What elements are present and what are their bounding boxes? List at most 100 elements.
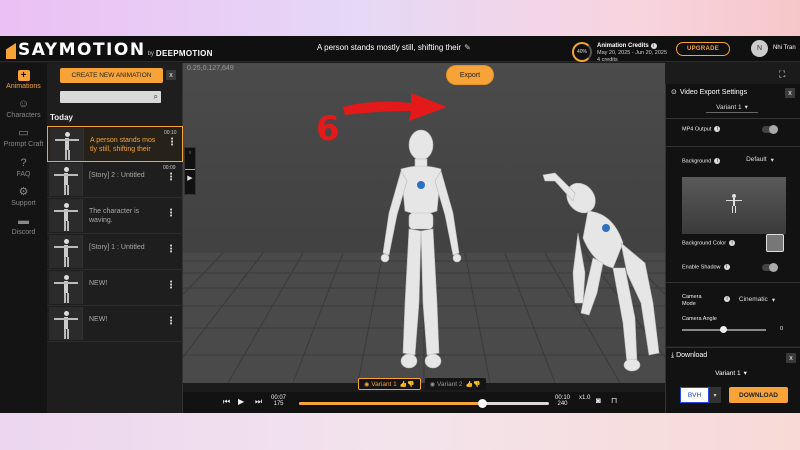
more-menu-icon[interactable]: ⋮ bbox=[166, 173, 176, 183]
nav-label: Prompt Craft bbox=[3, 141, 44, 148]
divider bbox=[666, 118, 800, 119]
info-icon: i bbox=[729, 240, 736, 246]
project-title-text: A person stands mostly still, shifting t… bbox=[317, 43, 462, 52]
list-item[interactable]: [Story] 1 : Untitled ⋮ bbox=[47, 234, 183, 270]
question-icon: ? bbox=[20, 157, 27, 169]
timeline-scrubber[interactable] bbox=[299, 399, 549, 408]
animation-title: NEW! bbox=[89, 316, 108, 323]
side-tab-toggle[interactable]: ≡ ▶ bbox=[184, 147, 196, 195]
animations-panel: CREATE NEW ANIMATION x ⌕ Today A person … bbox=[47, 63, 183, 413]
export-button[interactable]: Export bbox=[447, 66, 493, 84]
variant-label: Variant 2 bbox=[437, 380, 463, 388]
list-item[interactable]: A person stands mos tly still, shifting … bbox=[47, 126, 183, 162]
info-icon: i bbox=[714, 158, 721, 164]
nav-discord[interactable]: ▬ Discord bbox=[0, 216, 47, 237]
camera-icon[interactable]: ◙ bbox=[596, 396, 601, 405]
skip-forward-icon[interactable]: ⏭ bbox=[255, 397, 262, 407]
current-time: 00:07 175 bbox=[271, 395, 287, 407]
background-color-picker[interactable] bbox=[766, 234, 784, 252]
coordinate-readout: 0.25,0.127,649 bbox=[187, 65, 234, 72]
3d-viewport[interactable]: 0.25,0.127,649 Export ⛶ 6 bbox=[183, 63, 785, 383]
fullscreen-icon[interactable]: ⛶ bbox=[779, 69, 785, 80]
animation-duration: 00:10 bbox=[164, 130, 177, 136]
timeline-progress bbox=[299, 402, 482, 405]
keyboard-icon: ▭ bbox=[18, 127, 29, 139]
user-name: Nhi Tran bbox=[773, 45, 796, 51]
more-menu-icon[interactable]: ⋮ bbox=[166, 245, 176, 255]
nav-animations[interactable]: + Animations bbox=[0, 70, 47, 90]
background-label: Background i bbox=[682, 158, 721, 164]
mp4-output-toggle[interactable] bbox=[762, 125, 778, 134]
animation-thumbnail bbox=[50, 128, 84, 161]
play-circle-icon: ⊙ bbox=[671, 89, 677, 96]
search-input[interactable]: ⌕ bbox=[60, 91, 161, 103]
close-icon[interactable]: x bbox=[786, 353, 796, 363]
list-item[interactable]: [Story] 2 : Untitled 00:09 ⋮ bbox=[47, 162, 183, 198]
nav-faq[interactable]: ? FAQ bbox=[0, 157, 47, 179]
divider bbox=[666, 146, 800, 147]
camera-angle-slider[interactable] bbox=[682, 326, 766, 333]
enable-shadow-toggle[interactable] bbox=[762, 263, 778, 272]
nav-prompt-craft[interactable]: ▭ Prompt Craft bbox=[0, 127, 47, 149]
more-menu-icon[interactable]: ⋮ bbox=[166, 281, 176, 291]
download-button[interactable]: DOWNLOAD bbox=[729, 387, 788, 403]
format-select[interactable]: BVH bbox=[680, 387, 709, 403]
logo-mark-icon bbox=[6, 43, 16, 59]
project-title[interactable]: A person stands mostly still, shifting t… bbox=[317, 43, 471, 52]
lock-icon[interactable]: ⊓ bbox=[611, 396, 617, 405]
animation-thumbnail bbox=[49, 235, 83, 268]
more-menu-icon[interactable]: ⋮ bbox=[166, 317, 176, 327]
animation-thumbnail bbox=[49, 271, 83, 304]
close-icon[interactable]: x bbox=[166, 70, 176, 80]
avatar[interactable]: N bbox=[751, 40, 768, 57]
timeline-knob[interactable] bbox=[477, 399, 487, 408]
create-new-animation-button[interactable]: CREATE NEW ANIMATION bbox=[60, 68, 163, 83]
eye-icon: ◉ bbox=[364, 381, 370, 388]
slider-knob[interactable] bbox=[720, 326, 727, 333]
saymotion-logo[interactable]: SAYMOTION by DEEPMOTION bbox=[6, 39, 213, 59]
gear-icon: ⚙ bbox=[18, 186, 29, 198]
nav-support[interactable]: ⚙ Support bbox=[0, 186, 47, 208]
thumbs-icon[interactable]: 👍👎 bbox=[466, 381, 481, 388]
nav-label: Animations bbox=[6, 83, 41, 90]
panel-title: ⊙ Video Export Settings bbox=[671, 88, 748, 97]
mp4-output-label: MP4 Output i bbox=[682, 126, 721, 132]
annotation-step-number: 6 bbox=[316, 109, 340, 149]
variant-2-tab[interactable]: ◉ Variant 2 👍👎 bbox=[424, 378, 486, 390]
skip-back-icon[interactable]: ⏮ bbox=[223, 397, 230, 407]
animation-thumbnail bbox=[49, 307, 83, 340]
section-label-today: Today bbox=[50, 113, 73, 122]
video-icon[interactable]: ▶ bbox=[185, 174, 195, 182]
upgrade-button[interactable]: UPGRADE bbox=[676, 42, 730, 56]
variant-select[interactable]: Variant 1 ▾ bbox=[706, 102, 758, 113]
info-icon[interactable]: i bbox=[650, 43, 657, 49]
animation-title: A person stands mos tly still, shifting … bbox=[90, 137, 156, 153]
playback-speed[interactable]: x1.0 bbox=[579, 395, 590, 401]
more-menu-icon[interactable]: ⋮ bbox=[166, 209, 176, 219]
animation-thumbnail bbox=[49, 199, 83, 232]
eye-icon: ◉ bbox=[429, 381, 435, 388]
playback-timeline: ⏮ ▶ ⏭ 00:07 175 00:10 240 x1.0 ◙ ⊓ bbox=[183, 392, 665, 413]
list-item[interactable]: The character is waving. ⋮ bbox=[47, 198, 183, 234]
list-item[interactable]: NEW! ⋮ bbox=[47, 306, 183, 342]
list-item[interactable]: NEW! ⋮ bbox=[47, 270, 183, 306]
nav-characters[interactable]: ☺ Characters bbox=[0, 99, 47, 120]
close-icon[interactable]: x bbox=[785, 88, 795, 98]
background-select[interactable]: Default ▾ bbox=[738, 154, 782, 165]
camera-mode-select[interactable]: Cinematic ▾ bbox=[732, 294, 782, 305]
info-icon[interactable]: i bbox=[724, 296, 730, 302]
animation-duration: 00:09 bbox=[163, 165, 176, 171]
more-menu-icon[interactable]: ⋮ bbox=[167, 138, 177, 148]
pencil-edit-icon[interactable]: ✎ bbox=[464, 43, 471, 52]
variant-1-tab[interactable]: ◉ Variant 1 👍👎 bbox=[358, 378, 421, 390]
top-header: SAYMOTION by DEEPMOTION A person stands … bbox=[0, 36, 800, 63]
search-icon[interactable]: ⌕ bbox=[154, 92, 158, 102]
chevron-down-icon[interactable]: ▾ bbox=[709, 387, 721, 403]
thumbs-icon[interactable]: 👍👎 bbox=[400, 381, 415, 388]
animation-title: [Story] 1 : Untitled bbox=[89, 244, 145, 251]
download-title: ⤓ Download bbox=[671, 352, 708, 359]
play-icon[interactable]: ▶ bbox=[238, 397, 244, 406]
download-variant-select[interactable]: Variant 1 ▾ bbox=[696, 367, 766, 379]
camera-angle-label: Camera Angle bbox=[682, 316, 717, 322]
background-preview bbox=[682, 177, 786, 234]
